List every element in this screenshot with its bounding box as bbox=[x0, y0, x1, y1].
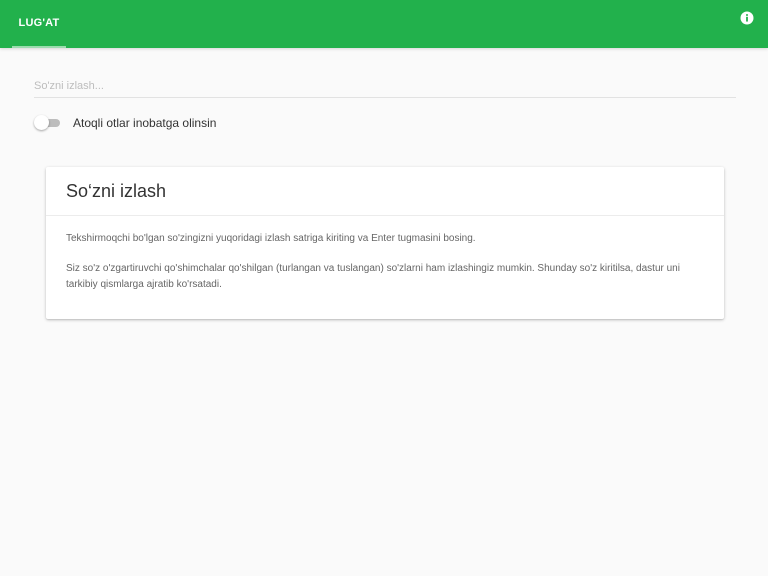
card-divider bbox=[46, 215, 724, 216]
toggle-label: Atoqli otlar inobatga olinsin bbox=[73, 116, 217, 130]
search-field bbox=[34, 76, 736, 98]
info-icon[interactable] bbox=[740, 11, 754, 25]
proper-nouns-toggle-row: Atoqli otlar inobatga olinsin bbox=[34, 114, 216, 132]
search-help-card: So‘zni izlash Tekshirmoqchi bo'lgan so'z… bbox=[46, 167, 724, 319]
card-title: So‘zni izlash bbox=[66, 181, 167, 201]
toggle-thumb bbox=[34, 115, 49, 130]
proper-nouns-toggle[interactable] bbox=[34, 114, 62, 132]
search-input[interactable] bbox=[34, 76, 736, 96]
tab-lugat[interactable]: LUG'AT bbox=[12, 0, 66, 48]
card-info-text: Siz so'z o'zgartiruvchi qo'shimchalar qo… bbox=[66, 263, 680, 290]
app-header: LUG'AT bbox=[0, 0, 768, 48]
card-instruction-text: Tekshirmoqchi bo'lgan so'zingizni yuqori… bbox=[66, 233, 476, 244]
